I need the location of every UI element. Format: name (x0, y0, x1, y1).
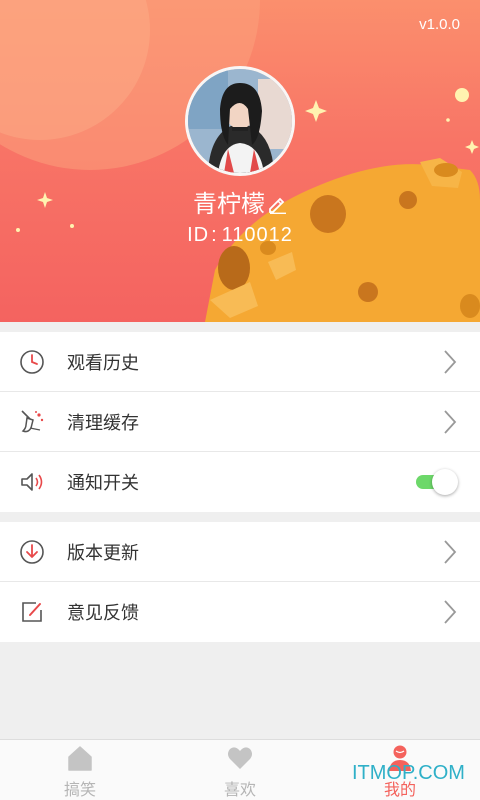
watermark: ITMOP.COM (352, 762, 465, 784)
menu-item-notification-switch: 通知开关 (0, 452, 480, 512)
profile-header: v1.0.0 青柠檬 ID:110012 (0, 0, 480, 322)
avatar-photo (188, 69, 292, 173)
menu-item-label: 通知开关 (67, 473, 139, 494)
user-id-value: 110012 (221, 224, 293, 246)
nickname: 青柠檬 (193, 190, 265, 218)
chevron-right-icon (444, 350, 457, 374)
profile-screen: v1.0.0 青柠檬 ID:110012 观看历史 清理缓存 通知开关 版本更新… (0, 0, 480, 800)
notification-toggle[interactable] (416, 469, 458, 495)
chevron-right-icon (444, 540, 457, 564)
settings-group-primary: 观看历史 清理缓存 通知开关 (0, 332, 480, 512)
menu-item-label: 观看历史 (67, 353, 139, 374)
tab-like[interactable]: 喜欢 (160, 740, 320, 800)
settings-group-secondary: 版本更新 意见反馈 (0, 522, 480, 642)
toggle-knob (432, 469, 458, 495)
user-id-separator: : (211, 224, 218, 246)
avatar[interactable] (185, 66, 295, 176)
pencil-edit-icon[interactable] (267, 192, 287, 220)
chevron-right-icon (444, 410, 457, 434)
menu-item-label: 版本更新 (67, 543, 139, 564)
download-circle-icon (20, 540, 44, 564)
menu-item-watch-history[interactable]: 观看历史 (0, 332, 480, 392)
menu-item-clear-cache[interactable]: 清理缓存 (0, 392, 480, 452)
chevron-right-icon (444, 600, 457, 624)
tab-label: 喜欢 (223, 780, 256, 799)
user-id: ID:110012 (0, 224, 480, 247)
menu-item-label: 意见反馈 (67, 603, 139, 624)
nickname-row: 青柠檬 (0, 184, 480, 220)
speaker-icon (21, 473, 43, 491)
menu-item-label: 清理缓存 (67, 413, 139, 434)
tab-label: 搞笑 (63, 780, 96, 799)
house-icon (68, 746, 92, 771)
app-version: v1.0.0 (419, 16, 460, 33)
heart-icon (228, 747, 252, 769)
broom-icon (21, 410, 44, 433)
clock-icon (20, 350, 44, 374)
tab-funny[interactable]: 搞笑 (0, 740, 160, 800)
menu-item-version-update[interactable]: 版本更新 (0, 522, 480, 582)
user-id-label: ID (187, 224, 210, 246)
feedback-edit-icon (22, 602, 42, 622)
menu-item-feedback[interactable]: 意见反馈 (0, 582, 480, 642)
